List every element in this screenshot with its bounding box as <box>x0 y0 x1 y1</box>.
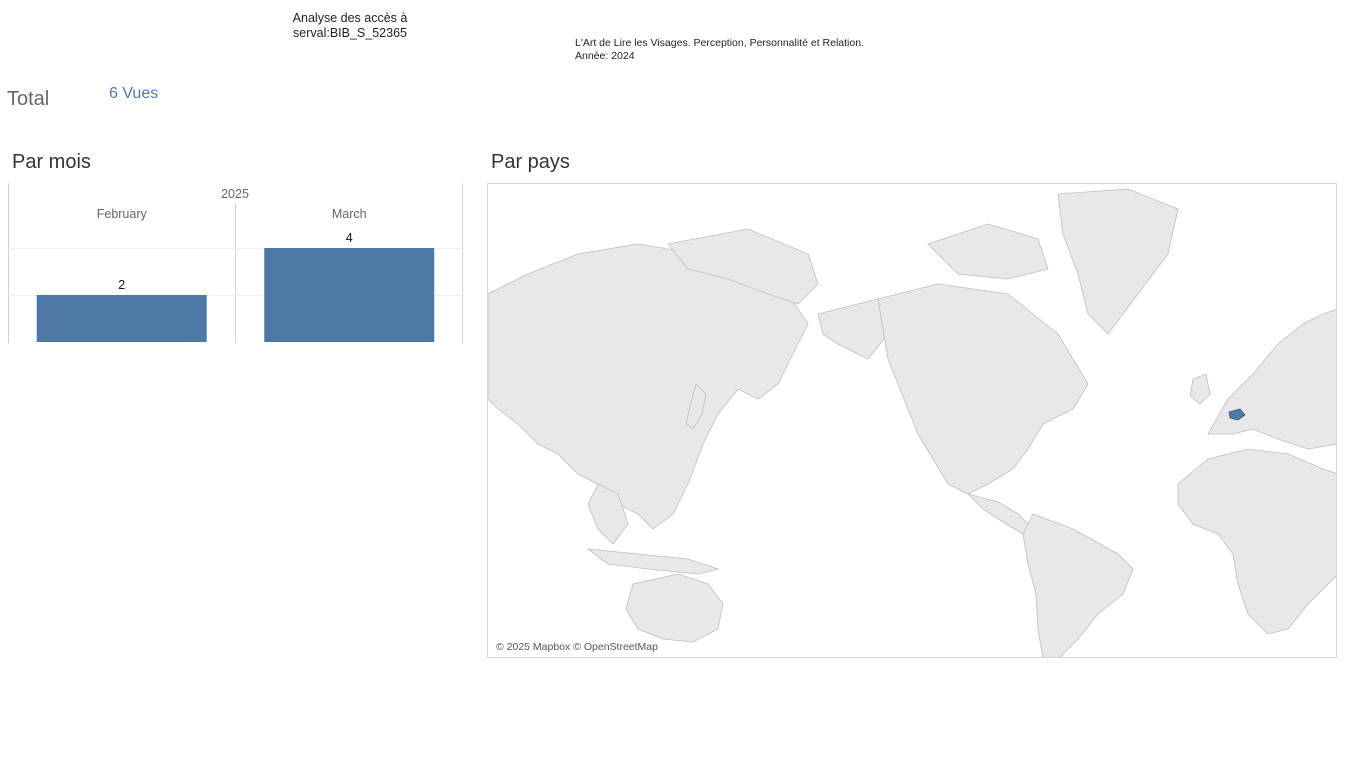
by-month-title: Par mois <box>12 151 91 173</box>
total-views-value: 6 Vues <box>109 85 159 102</box>
total-label: Total <box>7 88 50 110</box>
indonesia-islands <box>586 548 720 575</box>
monthly-bar-chart-svg: 2025 2 February 4 March <box>8 183 463 343</box>
document-year: Année: 2024 <box>575 50 635 62</box>
europe-landmass <box>1207 309 1336 450</box>
british-isles <box>1189 373 1211 405</box>
country-map[interactable]: © 2025 Mapbox © OpenStreetMap <box>487 183 1337 658</box>
bar-value-label-march: 4 <box>346 231 353 245</box>
bar-february[interactable] <box>36 295 207 342</box>
alaska-landmass <box>817 298 889 360</box>
analysis-title-line2: serval:BIB_S_52365 <box>293 26 407 40</box>
bar-value-label-february: 2 <box>118 278 125 292</box>
australia-landmass <box>625 573 724 643</box>
document-info: L'Art de Lire les Visages. Perception, P… <box>575 37 864 63</box>
by-country-title: Par pays <box>491 151 570 173</box>
month-label-march: March <box>332 207 367 221</box>
analysis-title: Analyse des accès à serval:BIB_S_52365 <box>250 11 450 41</box>
bar-march[interactable] <box>264 248 435 342</box>
chart-year-label: 2025 <box>221 187 249 201</box>
analysis-title-line1: Analyse des accès à <box>292 11 408 25</box>
africa-landmass <box>1177 448 1336 635</box>
monthly-bar-chart: 2025 2 February 4 March <box>8 183 463 343</box>
greenland-landmass <box>1057 188 1179 335</box>
month-label-february: February <box>97 207 148 221</box>
world-map-svg <box>488 188 1336 657</box>
document-title: L'Art de Lire les Visages. Perception, P… <box>575 37 864 49</box>
map-credit: © 2025 Mapbox © OpenStreetMap <box>496 641 658 653</box>
south-america-landmass <box>1022 513 1134 657</box>
canadian-arctic <box>927 223 1049 280</box>
central-america <box>966 493 1034 535</box>
north-america-landmass <box>877 283 1089 495</box>
